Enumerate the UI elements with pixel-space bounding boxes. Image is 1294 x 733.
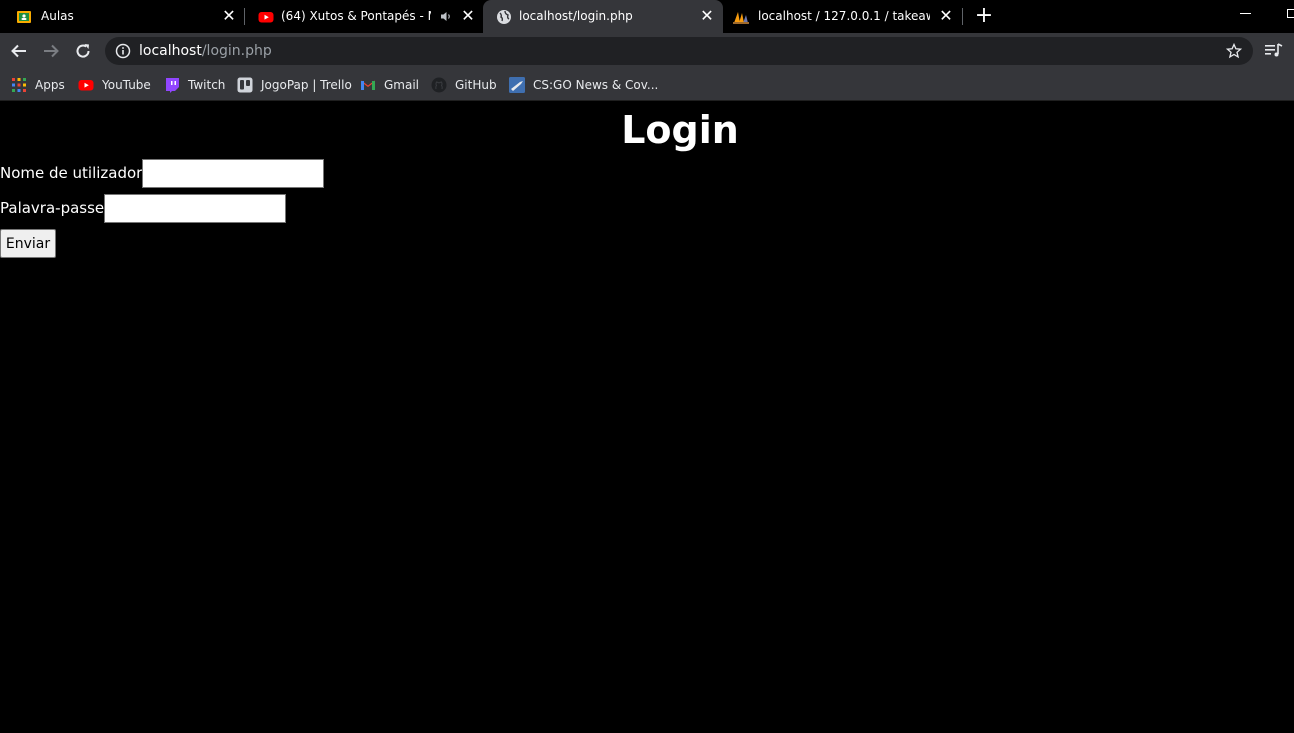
bookmark-gmail[interactable]: Gmail [360,75,419,95]
apps-grid-icon [12,78,26,92]
tab-phpmyadmin[interactable]: localhost / 127.0.0.1 / takeaway / ✕ [723,0,963,33]
reload-button[interactable] [71,39,95,63]
youtube-icon [78,80,94,91]
username-row: Nome de utilizador [0,158,325,188]
username-input[interactable] [142,158,325,188]
github-icon [431,77,447,93]
twitch-icon [166,78,179,93]
new-tab-button[interactable]: + [974,5,994,27]
arrow-left-icon [11,44,26,58]
tab-title: (64) Xutos & Pontapés - Minha [281,9,431,23]
bookmark-youtube[interactable]: YouTube [78,75,151,95]
tab-strip: Aulas ✕ (64) Xutos & Pontapés - Minha ✕ … [0,0,1294,33]
tab-title: Aulas [41,9,74,23]
bookmark-label: GitHub [455,78,497,92]
bookmark-csgo[interactable]: CS:GO News & Cov... [509,75,658,95]
bookmark-label: YouTube [102,78,151,92]
bookmark-label: Apps [35,78,65,92]
url-host: localhost [139,43,202,59]
arrow-right-icon [44,44,59,58]
bookmark-label: CS:GO News & Cov... [533,78,659,92]
bookmark-label: Gmail [384,78,420,92]
url-text[interactable]: localhost/login.php [139,43,272,59]
bookmark-label: Twitch [188,78,226,92]
bookmark-trello[interactable]: JogoPap | Trello [237,75,352,95]
forward-button[interactable] [39,39,63,63]
reload-icon [76,44,90,58]
password-label: Palavra-passe [0,199,105,217]
csgo-icon [509,77,525,93]
tab-close-icon[interactable]: ✕ [938,8,954,24]
info-icon[interactable] [115,43,131,59]
speaker-icon[interactable] [440,10,453,23]
bookmark-star-icon[interactable] [1226,43,1242,59]
address-bar[interactable]: localhost/login.php [105,37,1253,65]
tab-separator [962,8,963,25]
back-button[interactable] [7,39,31,63]
tab-aulas[interactable]: Aulas ✕ [0,0,242,33]
tab-close-icon[interactable]: ✕ [699,8,715,24]
browser-toolbar: localhost/login.php [0,33,1294,69]
url-path: /login.php [201,43,272,59]
bookmark-apps[interactable]: Apps [11,75,65,95]
page-content: Login Nome de utilizador Palavra-passe E… [0,102,1294,733]
bookmark-twitch[interactable]: Twitch [164,75,225,95]
submit-button[interactable]: Enviar [0,229,56,258]
google-classroom-icon [17,11,31,23]
globe-icon [497,10,511,24]
page-title: Login [621,108,739,152]
window-maximize-icon[interactable] [1287,9,1294,18]
username-label: Nome de utilizador [0,164,143,182]
bookmarks-bar: Apps YouTube Twitch JogoPap | Trello Gma… [0,69,1294,101]
password-input[interactable] [104,193,287,223]
tab-login-active[interactable]: localhost/login.php ✕ [483,0,723,33]
tab-title: localhost / 127.0.0.1 / takeaway / [758,9,930,23]
bookmark-github[interactable]: GitHub [431,75,497,95]
bookmark-label: JogoPap | Trello [261,78,352,92]
phpmyadmin-icon [733,12,749,24]
password-row: Palavra-passe [0,193,287,223]
media-controls-icon[interactable] [1265,43,1283,59]
tab-close-icon[interactable]: ✕ [460,8,476,24]
youtube-icon [258,12,274,23]
trello-icon [237,77,253,93]
tab-youtube[interactable]: (64) Xutos & Pontapés - Minha ✕ [242,0,483,33]
tab-title: localhost/login.php [519,9,633,23]
window-minimize-icon[interactable] [1240,13,1251,14]
gmail-icon [361,80,375,90]
tab-close-icon[interactable]: ✕ [221,8,237,24]
